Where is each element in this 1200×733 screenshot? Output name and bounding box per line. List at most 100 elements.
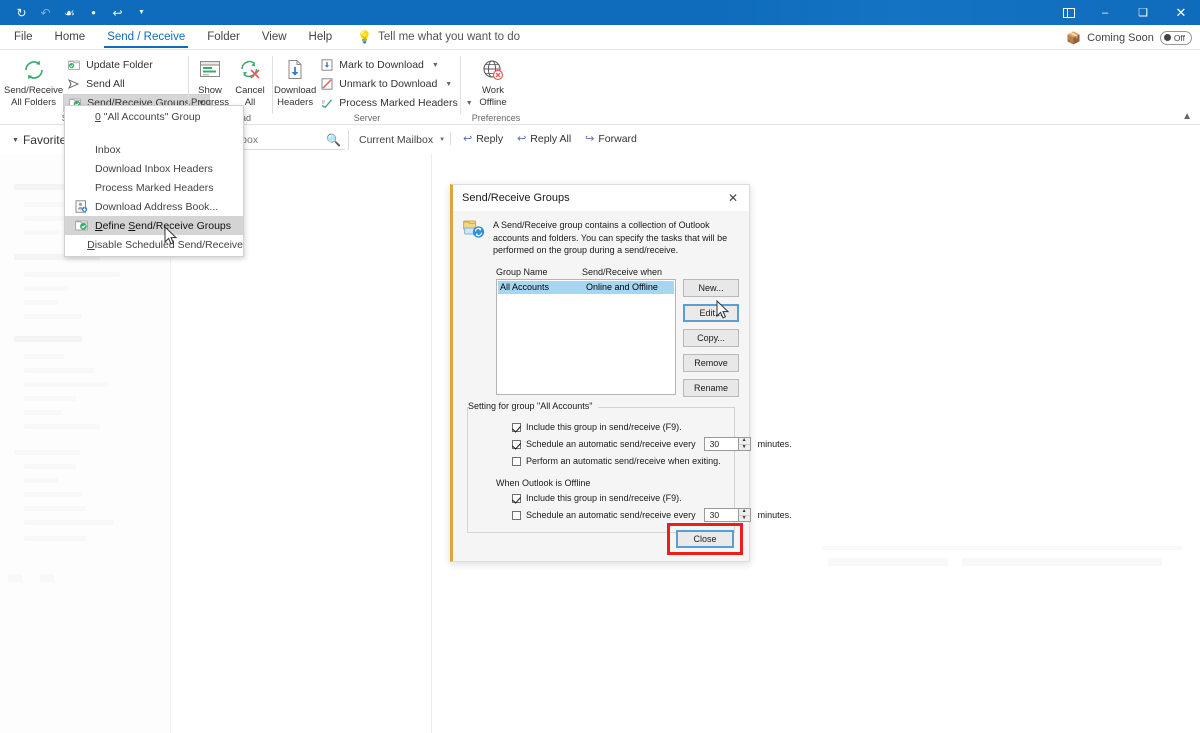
title-bar: ↻ ↶ ☙ ● ↩ ▼ – ❑ ✕ (0, 0, 1200, 25)
chevron-down-icon[interactable]: ▼ (439, 137, 445, 143)
reply-all-label: Reply All (530, 132, 572, 145)
tab-send-receive[interactable]: Send / Receive (96, 25, 196, 50)
spinner-down-icon[interactable]: ▼ (739, 444, 750, 451)
close-icon[interactable]: ✕ (723, 188, 743, 208)
menu-item-label: Download Address Book... (95, 200, 219, 213)
search-scope-dropdown[interactable]: Current Mailbox ▼ (348, 130, 445, 150)
schedule-online-value[interactable]: 30 (703, 437, 738, 451)
include-group-online-label: Include this group in send/receive (F9). (526, 422, 682, 432)
group-when: Online and Offline (586, 282, 658, 292)
tell-me-search[interactable]: 💡 Tell me what you want to do (357, 30, 520, 44)
remove-button[interactable]: Remove (683, 353, 739, 372)
group-list-row[interactable]: All Accounts Online and Offline (498, 280, 674, 294)
group-list[interactable]: All Accounts Online and Offline (496, 278, 676, 395)
column-header-send-receive-when: Send/Receive when (582, 266, 663, 277)
send-receive-all-icon (22, 57, 46, 83)
server-small-buttons: Mark to Download ▼ Unmark to Download ▼ (316, 54, 476, 112)
schedule-online-row[interactable]: Schedule an automatic send/receive every… (474, 436, 792, 453)
menu-item-download-inbox-headers[interactable]: Download Inbox Headers (65, 159, 243, 178)
undo-icon[interactable]: ↩ (110, 5, 125, 20)
update-folder-label: Update Folder (86, 59, 153, 71)
group-action-buttons: New... Edit... Copy... Remove Rename (683, 278, 739, 397)
menu-item-all-accounts-group[interactable]: 0 "All Accounts" Group (65, 107, 243, 126)
mark-to-download-label: Mark to Download (339, 59, 424, 71)
ribbon-separator-3 (460, 56, 461, 114)
include-group-offline-row[interactable]: Include this group in send/receive (F9). (474, 490, 728, 507)
maximize-button[interactable]: ❑ (1124, 0, 1162, 25)
coming-soon-label: Coming Soon (1087, 31, 1154, 44)
rename-button[interactable]: Rename (683, 378, 739, 397)
copy-button[interactable]: Copy... (683, 328, 739, 347)
process-marked-headers-button[interactable]: Process Marked Headers ▼ (316, 94, 476, 112)
menu-item-inbox[interactable]: Inbox (65, 140, 243, 159)
spinner-arrows[interactable]: ▲ ▼ (737, 437, 751, 451)
refresh-icon[interactable]: ↻ (14, 5, 29, 20)
reply-button[interactable]: ↩ Reply (463, 132, 504, 146)
all-accounts-group-icon (73, 109, 90, 125)
menu-item-download-address-book[interactable]: Download Address Book... (65, 197, 243, 216)
menu-item-label: 0 "All Accounts" Group (95, 110, 201, 123)
download-address-book-icon (73, 199, 90, 215)
search-icon[interactable]: 🔍 (326, 133, 341, 147)
triangle-icon: ▼ (12, 136, 19, 144)
big-button-caption: Download Headers (274, 85, 317, 108)
tab-view[interactable]: View (251, 25, 298, 50)
tab-folder[interactable]: Folder (196, 25, 251, 50)
edit-button[interactable]: Edit... (683, 303, 739, 322)
reply-icon: ↩ (463, 133, 473, 145)
unmark-to-download-icon (320, 77, 334, 91)
ribbon-display-icon[interactable] (1052, 0, 1086, 25)
include-group-online-row[interactable]: Include this group in send/receive (F9). (474, 419, 728, 436)
perform-on-exit-checkbox[interactable] (512, 456, 521, 466)
menu-item-define-send-receive-groups[interactable]: Define Send/Receive Groups (65, 216, 243, 235)
update-folder-icon (67, 58, 81, 72)
menu-item-label: Process Marked Headers (95, 181, 214, 194)
dialog-body: A Send/Receive group contains a collecti… (453, 211, 792, 533)
send-receive-all-folders-button[interactable]: Send/Receive All Folders (4, 54, 63, 108)
new-button[interactable]: New... (683, 278, 739, 297)
tab-home[interactable]: Home (44, 25, 97, 50)
work-offline-icon (481, 57, 505, 83)
reply-all-icon: ↩ (517, 133, 527, 145)
group-list-column-headers: Group Name Send/Receive when (463, 267, 739, 277)
customize-caret-icon[interactable]: ▼ (134, 5, 149, 20)
show-progress-button[interactable]: Show Progress (190, 54, 230, 108)
close-button[interactable]: ✕ (1162, 0, 1200, 25)
mark-to-download-button[interactable]: Mark to Download ▼ (316, 56, 476, 74)
menu-item-disable-scheduled-send-receive[interactable]: Disable Scheduled Send/Receive (65, 235, 243, 254)
chevron-down-icon[interactable]: ▼ (445, 81, 452, 88)
tab-file[interactable]: File (0, 25, 44, 50)
menu-item-label: Define Send/Receive Groups (95, 219, 232, 232)
coming-soon-toggle[interactable]: Off (1159, 30, 1192, 45)
reply-all-button[interactable]: ↩ Reply All (517, 132, 572, 146)
chevron-up-icon[interactable]: ▲ (1182, 111, 1192, 122)
favorites-header[interactable]: ▼ Favorites (0, 133, 72, 147)
offline-heading: When Outlook is Offline (496, 477, 591, 488)
download-headers-button[interactable]: Download Headers (274, 54, 316, 108)
minimize-button[interactable]: – (1086, 0, 1124, 25)
cancel-all-button[interactable]: Cancel All (230, 54, 270, 108)
unmark-to-download-button[interactable]: Unmark to Download ▼ (316, 75, 476, 93)
menu-item-process-marked-headers[interactable]: Process Marked Headers (65, 178, 243, 197)
perform-on-exit-row[interactable]: Perform an automatic send/receive when e… (474, 453, 728, 470)
dialog-close-button[interactable]: Close (676, 530, 734, 548)
search-scope-label: Current Mailbox (359, 134, 434, 146)
include-group-offline-checkbox[interactable] (512, 493, 521, 503)
work-offline-button[interactable]: Work Offline (462, 54, 524, 108)
forward-button[interactable]: ↪ Forward (585, 132, 637, 146)
coming-soon-control[interactable]: 📦 Coming Soon Off (1066, 25, 1192, 50)
undo-dim-icon[interactable]: ↶ (38, 5, 53, 20)
reply-label: Reply (476, 132, 504, 145)
toggle-state: Off (1173, 32, 1185, 43)
chevron-down-icon[interactable]: ▼ (432, 62, 439, 69)
unmark-to-download-label: Unmark to Download (339, 78, 438, 90)
ribbon-tab-bar: File Home Send / Receive Folder View Hel… (0, 25, 1200, 50)
menu-separator (65, 126, 243, 140)
touch-mode-icon[interactable]: ☙ (62, 5, 77, 20)
settings-legend: Setting for group "All Accounts" (468, 400, 599, 411)
schedule-online-spinner[interactable]: 30 ▲ ▼ (703, 437, 751, 451)
schedule-online-checkbox[interactable] (512, 439, 521, 449)
include-group-online-checkbox[interactable] (512, 422, 521, 432)
mail-actions: ↩ Reply ↩ Reply All ↪ Forward (450, 132, 637, 145)
tab-help[interactable]: Help (298, 25, 344, 50)
